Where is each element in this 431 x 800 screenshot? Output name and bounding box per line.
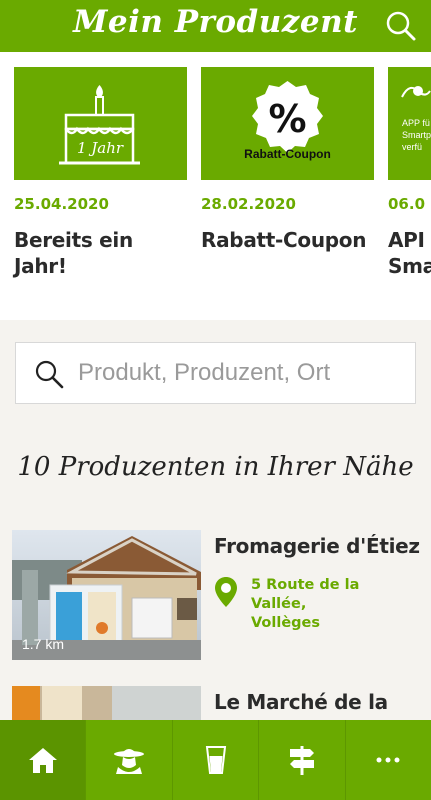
news-date: 25.04.2020 [14,195,109,213]
coupon-label: Rabatt-Coupon [244,147,331,161]
nav-more[interactable] [344,720,431,800]
birthday-cake-icon: 1 Jahr [59,85,140,165]
producer-name: Le Marché de la [214,690,388,714]
nav-directions[interactable] [258,720,344,800]
producer-farmer-icon [114,749,145,774]
app-promo-line: APP fü [402,118,430,128]
search-icon [35,360,64,389]
news-carousel[interactable]: 1 Jahr 25.04.2020 Bereits ein Jahr! % Ra… [0,52,431,320]
nav-home[interactable] [0,720,86,800]
producer-photo [12,686,201,720]
news-title: API Sma [388,228,431,278]
nav-producers[interactable] [85,720,171,800]
news-title: Bereits ein Jahr! [14,228,133,278]
news-card[interactable]: APP fü Smartp verfü 06.0 API Sma [388,67,431,279]
signpost-icon [289,746,314,775]
app-promo-line: Smartp [402,130,431,140]
app-header: Mein Produzent [0,0,431,52]
news-date: 28.02.2020 [201,195,296,213]
news-title: Rabatt-Coupon [201,228,367,252]
producer-item[interactable]: Le Marché de la [12,686,419,720]
search-icon[interactable] [385,10,417,42]
percent-coupon-icon: % [252,81,323,153]
news-card-image: APP fü Smartp verfü [388,67,431,180]
nav-products[interactable] [171,720,258,800]
bottom-navigation [0,720,431,800]
home-icon [28,748,57,773]
cake-badge-text: 1 Jahr [77,139,124,157]
producer-photo: 1.7 km [12,530,201,660]
news-card[interactable]: % Rabatt-Coupon 28.02.2020 Rabatt-Coupon [201,67,374,253]
news-card-image: 1 Jahr [14,67,187,180]
producer-item[interactable]: 1.7 km Fromagerie d'Étiez 5 Route de la … [12,530,420,660]
address-line: Vollèges [251,615,321,631]
svg-text:%: % [268,97,306,141]
app-title: Mein Produzent [73,4,358,40]
distance-label: 1.7 km [22,636,65,652]
map-pin-icon [215,577,237,607]
section-title: 10 Produzenten in Ihrer Nähe [17,452,414,482]
app-promo-line: verfü [402,142,423,152]
search-input[interactable] [78,353,408,393]
address-line: 5 Route de la Vallée, [251,577,360,612]
milk-glass-icon [205,746,226,774]
news-card-image: % Rabatt-Coupon [201,67,374,180]
news-card[interactable]: 1 Jahr 25.04.2020 Bereits ein Jahr! [14,67,187,279]
more-dots-icon [376,757,400,763]
producer-name: Fromagerie d'Étiez [214,534,420,558]
search-box[interactable] [15,342,416,404]
news-date: 06.0 [388,195,426,213]
